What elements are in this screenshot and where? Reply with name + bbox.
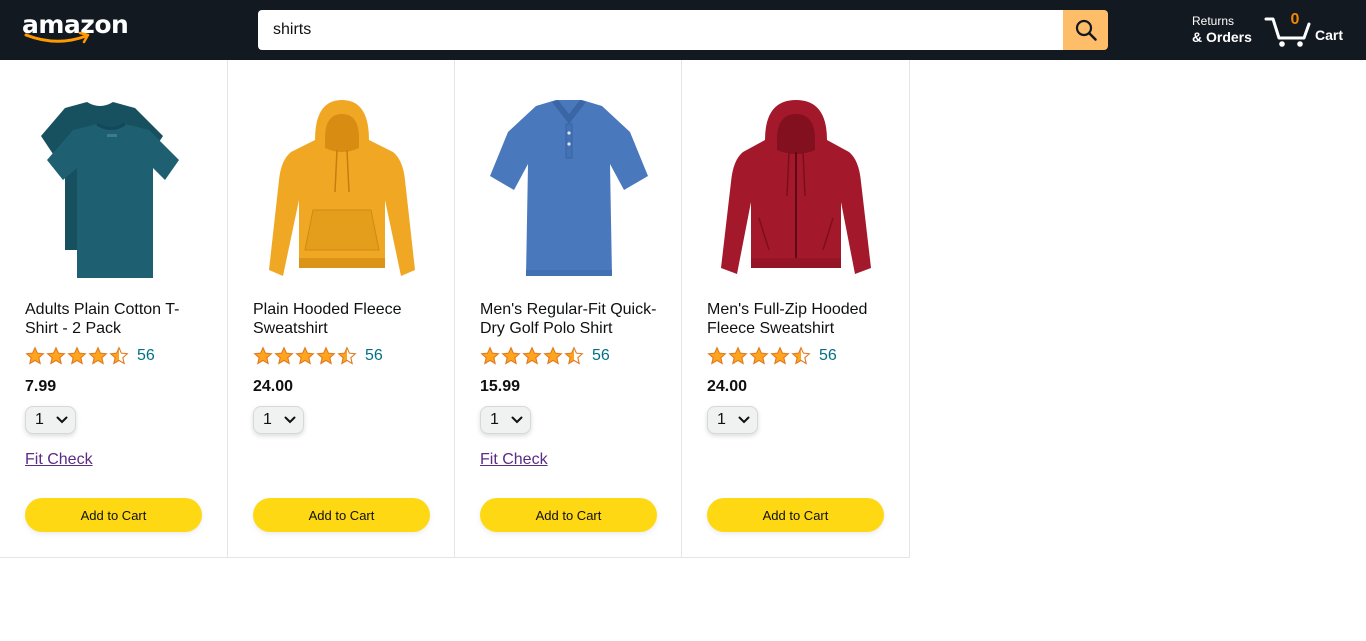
add-to-cart-button[interactable]: Add to Cart [480,498,657,532]
product-title[interactable]: Men's Full-Zip Hooded Fleece Sweatshirt [707,300,885,338]
rating-stars[interactable]: 56 [25,346,155,366]
top-nav-bar: amazon Returns & Orders 0 Cart [0,0,1366,60]
star-full-icon [707,346,727,365]
product-card: Adults Plain Cotton T-Shirt - 2 Pack 56 … [0,60,228,558]
star-full-icon [480,346,500,365]
rating-count[interactable]: 56 [819,347,837,365]
add-to-cart-button[interactable]: Add to Cart [253,498,430,532]
returns-and-orders-link[interactable]: Returns & Orders [1192,13,1252,45]
product-image-yellow-hoodie[interactable] [253,100,431,280]
product-card: Men's Full-Zip Hooded Fleece Sweatshirt … [682,60,910,558]
search-button[interactable] [1063,10,1108,50]
returns-label: Returns [1192,14,1235,28]
fit-check-link[interactable]: Fit Check [25,451,93,469]
quantity-select[interactable]: 1 [253,406,304,434]
star-full-icon [501,346,521,365]
cart-count: 0 [1290,11,1300,28]
product-image-red-zip-hoodie[interactable] [707,100,885,280]
polo-shirt-image [490,100,648,276]
zip-hoodie-image [721,100,871,274]
quantity-select[interactable]: 1 [707,406,758,434]
star-full-icon [295,346,315,365]
tshirt-image [41,102,179,278]
star-full-icon [88,346,108,365]
quantity-value: 1 [35,411,44,428]
product-title[interactable]: Adults Plain Cotton T-Shirt - 2 Pack [25,300,203,338]
star-full-icon [67,346,87,365]
star-half-icon [109,346,129,365]
star-half-icon [564,346,584,365]
rating-count[interactable]: 56 [592,347,610,365]
star-full-icon [770,346,790,365]
star-full-icon [274,346,294,365]
star-half-icon [791,346,811,365]
cart-button[interactable]: 0 Cart [1264,10,1354,50]
logo-smile-icon [24,31,90,44]
amazon-logo[interactable]: amazon [22,11,129,49]
add-to-cart-button[interactable]: Add to Cart [25,498,202,532]
add-to-cart-button[interactable]: Add to Cart [707,498,884,532]
chevron-down-icon [511,416,523,424]
product-price: 7.99 [25,378,57,395]
product-price: 24.00 [707,378,748,395]
quantity-value: 1 [490,411,499,428]
product-image-teal-tshirt-2pack[interactable] [25,100,203,280]
search-icon [1075,19,1097,41]
product-title[interactable]: Plain Hooded Fleece Sweatshirt [253,300,431,338]
fit-check-link[interactable]: Fit Check [480,451,548,469]
star-full-icon [25,346,45,365]
star-full-icon [316,346,336,365]
quantity-select[interactable]: 1 [480,406,531,434]
chevron-down-icon [738,416,750,424]
search-bar [258,10,1108,50]
product-card: Plain Hooded Fleece Sweatshirt 56 24.00 … [228,60,455,558]
chevron-down-icon [56,416,68,424]
star-full-icon [543,346,563,365]
rating-count[interactable]: 56 [137,347,155,365]
rating-stars[interactable]: 56 [253,346,383,366]
quantity-value: 1 [263,411,272,428]
star-full-icon [728,346,748,365]
product-title[interactable]: Men's Regular-Fit Quick-Dry Golf Polo Sh… [480,300,658,338]
quantity-select[interactable]: 1 [25,406,76,434]
chevron-down-icon [284,416,296,424]
star-full-icon [749,346,769,365]
cart-label: Cart [1315,27,1344,43]
star-full-icon [46,346,66,365]
orders-label: & Orders [1192,29,1252,45]
search-input[interactable] [258,10,1063,50]
rating-stars[interactable]: 56 [707,346,837,366]
product-price: 24.00 [253,378,294,395]
star-full-icon [522,346,542,365]
product-card: Men's Regular-Fit Quick-Dry Golf Polo Sh… [455,60,682,558]
hoodie-image [269,100,415,276]
quantity-value: 1 [717,411,726,428]
star-full-icon [253,346,273,365]
star-half-icon [337,346,357,365]
rating-count[interactable]: 56 [365,347,383,365]
product-image-blue-polo-shirt[interactable] [480,100,658,280]
product-price: 15.99 [480,378,521,395]
rating-stars[interactable]: 56 [480,346,610,366]
product-grid: Adults Plain Cotton T-Shirt - 2 Pack 56 … [0,60,910,558]
